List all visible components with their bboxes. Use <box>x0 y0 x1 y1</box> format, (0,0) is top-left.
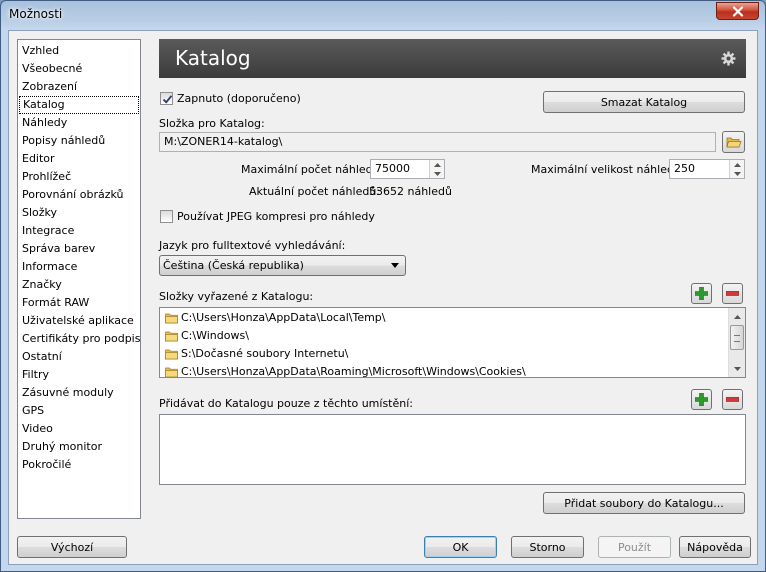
sidebar-item[interactable]: Formát RAW <box>19 294 139 312</box>
sidebar-item[interactable]: Prohlížeč <box>19 168 139 186</box>
remove-excluded-button[interactable] <box>722 283 743 304</box>
scroll-thumb[interactable] <box>730 325 744 350</box>
browse-folder-button[interactable] <box>722 131 745 153</box>
sidebar-item[interactable]: GPS <box>19 402 139 420</box>
checkmark-icon <box>162 95 173 104</box>
sidebar-item[interactable]: Správa barev <box>19 240 139 258</box>
sidebar-item[interactable]: Pokročilé <box>19 456 139 474</box>
excluded-folders-list[interactable]: C:\Users\Honza\AppData\Local\Temp\ C:\Win… <box>159 307 746 378</box>
excluded-scrollbar[interactable] <box>728 308 745 377</box>
catalog-enabled-label: Zapnuto (doporučeno) <box>177 92 301 105</box>
sidebar-item[interactable]: Katalog <box>19 96 139 114</box>
max-previews-value: 75000 <box>375 162 410 175</box>
folder-icon <box>165 331 178 342</box>
language-label: Jazyk pro fulltextové vyhledávání: <box>159 239 346 252</box>
sidebar-item[interactable]: Popisy náhledů <box>19 132 139 150</box>
cancel-button[interactable]: Storno <box>511 536 584 558</box>
catalog-folder-label: Složka pro Katalog: <box>159 117 265 130</box>
delete-catalog-button[interactable]: Smazat Katalog <box>543 91 745 113</box>
sidebar-item[interactable]: Značky <box>19 276 139 294</box>
jpeg-compression-checkbox[interactable] <box>160 210 173 223</box>
folder-path: C:\Windows\ <box>181 329 249 342</box>
excluded-folders-label: Složky vyřazené z Katalogu: <box>159 290 314 303</box>
close-button[interactable] <box>716 2 759 20</box>
open-folder-icon <box>725 137 742 148</box>
category-list[interactable]: Vzhled Všeobecné Zobrazení Katalog Náhledy Po… <box>17 39 141 519</box>
folder-path: C:\Users\Honza\AppData\Roaming\Microsoft… <box>181 365 526 378</box>
language-value: Čeština (Česká republika) <box>163 259 304 272</box>
section-header: Katalog <box>159 39 746 78</box>
plus-icon <box>695 393 708 406</box>
folder-path: C:\Users\Honza\AppData\Local\Temp\ <box>181 311 386 324</box>
title-bar[interactable]: Možnosti <box>1 1 765 29</box>
defaults-button[interactable]: Výchozí <box>17 536 127 558</box>
spin-up-icon[interactable] <box>730 160 744 169</box>
window-title: Možnosti <box>9 7 63 21</box>
remove-location-button[interactable] <box>722 389 743 410</box>
current-previews-value: 53652 náhledů <box>369 185 452 198</box>
sidebar-item[interactable]: Video <box>19 420 139 438</box>
include-locations-label: Přidávat do Katalogu pouze z těchto umís… <box>159 397 413 410</box>
close-icon <box>732 5 743 17</box>
sidebar-item[interactable]: Editor <box>19 150 139 168</box>
add-excluded-button[interactable] <box>691 283 712 304</box>
spin-down-icon[interactable] <box>430 169 444 178</box>
sidebar-item[interactable]: Informace <box>19 258 139 276</box>
sidebar-item[interactable]: Ostatní <box>19 348 139 366</box>
spin-down-icon[interactable] <box>730 169 744 178</box>
add-location-button[interactable] <box>691 389 712 410</box>
plus-icon <box>695 287 708 300</box>
sidebar-item[interactable]: Zobrazení <box>19 78 139 96</box>
max-previews-label: Maximální počet náhledů: <box>241 163 384 176</box>
folder-path: S:\Dočasné soubory Internetu\ <box>181 347 349 360</box>
minus-icon <box>726 291 739 296</box>
apply-button[interactable]: Použít <box>598 536 671 558</box>
list-item[interactable]: C:\Windows\ <box>160 327 745 345</box>
page-title: Katalog <box>175 46 251 70</box>
scroll-down-icon[interactable] <box>729 360 745 377</box>
sidebar-item[interactable]: Integrace <box>19 222 139 240</box>
sidebar-item[interactable]: Druhý monitor <box>19 438 139 456</box>
max-size-label: Maximální velikost náhledů: <box>531 163 685 176</box>
sidebar-item[interactable]: Filtry <box>19 366 139 384</box>
minus-icon <box>726 397 739 402</box>
max-size-value: 250 <box>674 162 695 175</box>
current-previews-label: Aktuální počet náhledů: <box>249 185 381 198</box>
folder-icon <box>165 349 178 360</box>
sidebar-item[interactable]: Vzhled <box>19 42 139 60</box>
catalog-enabled-checkbox[interactable] <box>160 92 173 105</box>
list-item[interactable]: C:\Users\Honza\AppData\Roaming\Microsoft… <box>160 363 745 378</box>
catalog-folder-field[interactable]: M:\ZONER14-katalog\ <box>159 132 716 152</box>
ok-button[interactable]: OK <box>424 536 497 558</box>
sidebar-item[interactable]: Všeobecné <box>19 60 139 78</box>
max-size-input[interactable]: 250 <box>669 159 745 179</box>
sidebar-item[interactable]: Uživatelské aplikace <box>19 312 139 330</box>
sidebar-item[interactable]: Porovnání obrázků <box>19 186 139 204</box>
sidebar-item[interactable]: Certifikáty pro podpis <box>19 330 140 348</box>
help-button[interactable]: Nápověda <box>679 536 751 558</box>
chevron-down-icon <box>391 263 399 268</box>
options-window: Možnosti Vzhled Všeobecné Zobrazení Katalog… <box>0 0 766 572</box>
include-locations-list[interactable] <box>159 414 746 485</box>
max-size-spinner[interactable] <box>729 160 744 178</box>
dialog-client: Vzhled Všeobecné Zobrazení Katalog Náhledy Po… <box>8 30 758 565</box>
add-files-button[interactable]: Přidat soubory do Katalogu... <box>543 492 745 514</box>
gear-icon[interactable] <box>721 51 736 66</box>
list-item[interactable]: C:\Users\Honza\AppData\Local\Temp\ <box>160 309 745 327</box>
sidebar-item[interactable]: Zásuvné moduly <box>19 384 139 402</box>
list-item[interactable]: S:\Dočasné soubory Internetu\ <box>160 345 745 363</box>
max-previews-input[interactable]: 75000 <box>370 159 445 179</box>
jpeg-compression-label: Používat JPEG kompresi pro náhledy <box>177 210 375 223</box>
scroll-up-icon[interactable] <box>729 308 745 325</box>
folder-icon <box>165 313 178 324</box>
max-previews-spinner[interactable] <box>429 160 444 178</box>
sidebar-item[interactable]: Složky <box>19 204 139 222</box>
sidebar-item[interactable]: Náhledy <box>19 114 139 132</box>
language-select[interactable]: Čeština (Česká republika) <box>159 255 406 276</box>
folder-icon <box>165 367 178 377</box>
spin-up-icon[interactable] <box>430 160 444 169</box>
